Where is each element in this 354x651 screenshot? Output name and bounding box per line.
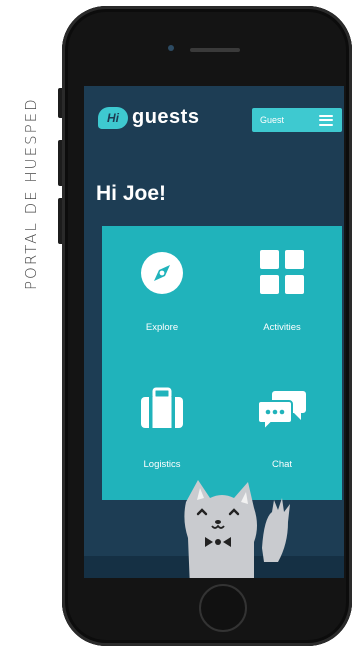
compass-icon [141, 252, 183, 294]
greeting-title: Hi Joe! [96, 182, 167, 205]
tile-label-logistics: Logistics [143, 459, 181, 470]
guest-menu-button[interactable]: Guest [252, 108, 342, 132]
app-header: Hi guests Guest [84, 86, 344, 150]
earpiece [190, 48, 240, 52]
logo-badge: Hi [98, 106, 128, 129]
grid-icon [260, 250, 304, 294]
portal-caption: PORTAL DE HUESPED [22, 97, 40, 290]
feature-grid: Explore Activities Logistics Chat [102, 226, 342, 500]
logo-text: guests [132, 106, 200, 128]
cat-mascot-icon [184, 480, 290, 578]
suitcase-icon [141, 387, 183, 428]
guest-button-label: Guest [260, 115, 285, 125]
hamburger-menu-icon [319, 114, 333, 126]
phone-frame: Hi guests Guest Hi Joe! Explore Activiti… [62, 6, 352, 646]
chat-bubbles-icon [257, 391, 306, 431]
app-screen: Hi guests Guest Hi Joe! Explore Activiti… [84, 86, 344, 578]
tile-label-chat: Chat [271, 459, 293, 470]
app-logo[interactable]: Hi guests [98, 106, 199, 129]
tile-label-activities: Activities [263, 322, 301, 333]
tile-activities[interactable]: Activities [222, 226, 342, 363]
tile-explore[interactable]: Explore [102, 226, 222, 363]
tile-label-explore: Explore [145, 322, 179, 333]
home-button[interactable] [199, 584, 247, 632]
front-camera [168, 45, 174, 51]
